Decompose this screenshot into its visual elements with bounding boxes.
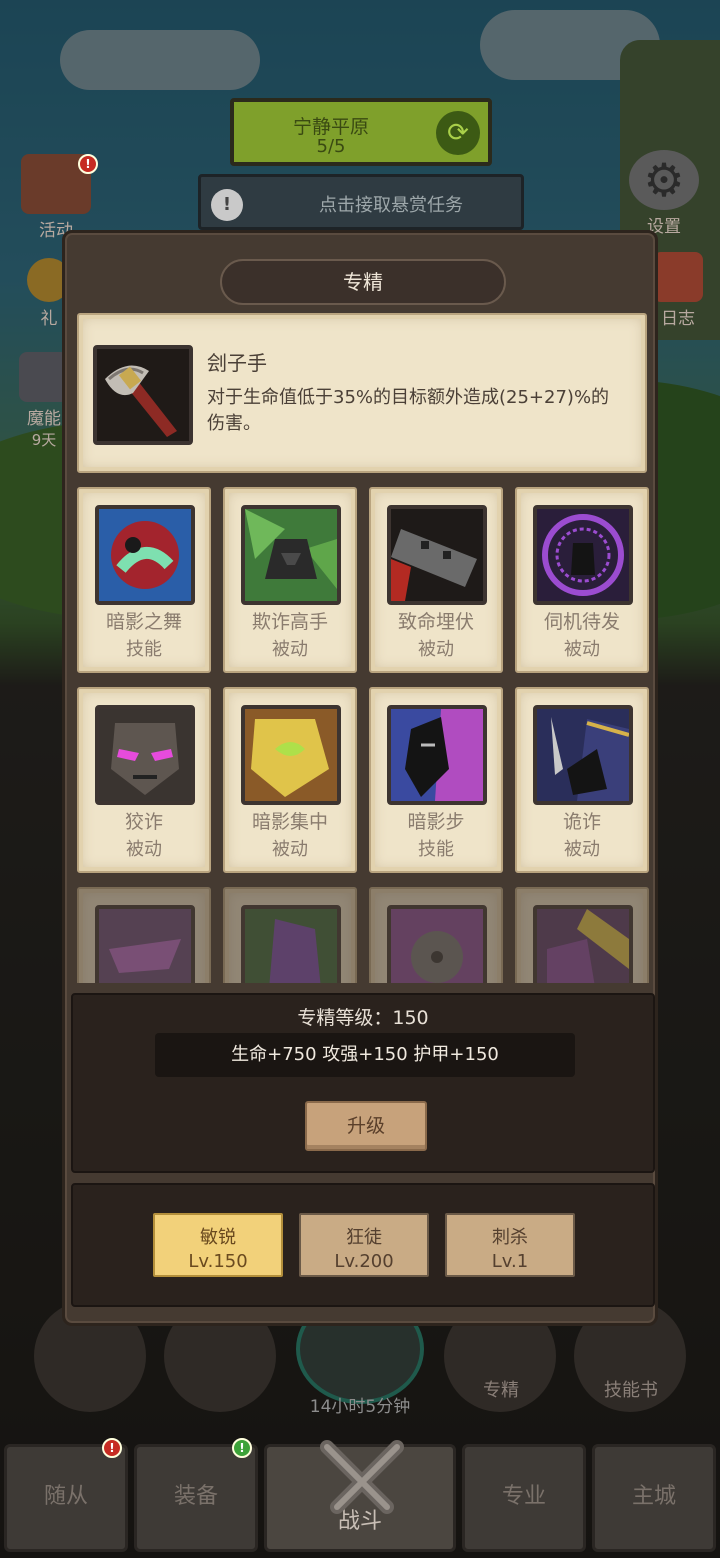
talent-type: 被动 xyxy=(564,639,600,660)
talent-card[interactable]: 诡诈 被动 xyxy=(515,687,649,873)
chest-timer: 14小时5分钟 xyxy=(309,1397,411,1417)
talent-type: 被动 xyxy=(126,839,162,860)
stat-bonuses: 生命+750 攻强+150 护甲+150 xyxy=(155,1033,575,1077)
talent-type: 技能 xyxy=(418,839,454,860)
specialization-dialog: 专精 刽子手 对于生命值低于35%的目标额外造成(25+27)%的伤害。 暗影之… xyxy=(62,230,658,1326)
selected-talent-description: 对于生命值低于35%的目标额外造成(25+27)%的伤害。 xyxy=(207,387,610,434)
tree-level: Lv.150 xyxy=(188,1251,248,1272)
talent-card[interactable]: 伺机待发 被动 xyxy=(515,487,649,673)
specialization-level: 专精等级：150 xyxy=(297,1007,429,1029)
log-icon xyxy=(653,252,703,302)
stage-progress: 5/5 xyxy=(316,136,346,157)
settings-button[interactable]: ⚙ 设置 xyxy=(624,150,704,237)
tree-subtlety-button[interactable]: 敏锐 Lv.150 xyxy=(153,1213,283,1277)
selected-talent-name: 刽子手 xyxy=(207,351,267,375)
talent-type: 被动 xyxy=(418,639,454,660)
tree-name: 敏锐 xyxy=(200,1227,236,1248)
tree-outlaw-button[interactable]: 狂徒 Lv.200 xyxy=(299,1213,429,1277)
talent-card[interactable] xyxy=(223,887,357,983)
notification-badge: ! xyxy=(232,1438,252,1458)
stage-name: 宁静平原 xyxy=(292,116,369,138)
log-label: 日志 xyxy=(661,309,695,329)
talent-card[interactable] xyxy=(369,887,503,983)
executioner-axe-icon xyxy=(93,345,193,445)
refresh-icon[interactable]: ⟳ xyxy=(436,111,480,155)
talent-name: 伺机待发 xyxy=(543,611,620,633)
talent-name: 暗影步 xyxy=(407,811,465,833)
notification-badge: ! xyxy=(102,1438,122,1458)
deadly-ambush-icon xyxy=(387,505,487,605)
cunning-icon xyxy=(95,705,195,805)
trickster-master-icon xyxy=(241,505,341,605)
talent-card[interactable]: 狡诈 被动 xyxy=(77,687,211,873)
talent-card[interactable] xyxy=(77,887,211,983)
stage-banner[interactable]: 宁静平原 5/5 ⟳ xyxy=(230,98,492,166)
talent-name: 狡诈 xyxy=(124,811,163,833)
talent-icon xyxy=(241,905,341,983)
talent-type: 被动 xyxy=(272,639,308,660)
talent-card[interactable]: 暗影之舞 技能 xyxy=(77,487,211,673)
talent-icon xyxy=(533,905,633,983)
tree-name: 刺杀 xyxy=(492,1227,528,1248)
deceit-icon xyxy=(533,705,633,805)
talent-name: 致命埋伏 xyxy=(397,611,474,633)
shadow-focus-icon xyxy=(241,705,341,805)
bounty-text: 点击接取悬赏任务 xyxy=(319,195,463,216)
gear-icon: ⚙ xyxy=(629,150,699,210)
talent-icon xyxy=(95,905,195,983)
tree-level: Lv.200 xyxy=(334,1251,394,1272)
tab-followers[interactable]: 随从 xyxy=(4,1444,128,1552)
talent-card[interactable]: 致命埋伏 被动 xyxy=(369,487,503,673)
alert-icon: ! xyxy=(211,189,243,221)
opportunity-icon xyxy=(533,505,633,605)
tab-profession[interactable]: 专业 xyxy=(462,1444,586,1552)
tree-assassination-button[interactable]: 刺杀 Lv.1 xyxy=(445,1213,575,1277)
talent-name: 暗影之舞 xyxy=(105,611,182,633)
shadowstep-icon xyxy=(387,705,487,805)
selected-talent-card: 刽子手 对于生命值低于35%的目标额外造成(25+27)%的伤害。 xyxy=(77,313,647,473)
talent-type: 被动 xyxy=(272,839,308,860)
talent-type: 技能 xyxy=(126,639,162,660)
talent-name: 诡诈 xyxy=(562,811,601,833)
events-button[interactable]: 活动 ! xyxy=(14,154,98,241)
shadow-dance-icon xyxy=(95,505,195,605)
talent-name: 暗影集中 xyxy=(251,811,328,833)
skillbook-label: 技能书 xyxy=(604,1380,658,1401)
dialog-title: 专精 xyxy=(220,259,506,305)
talent-card[interactable]: 欺诈高手 被动 xyxy=(223,487,357,673)
talent-card[interactable]: 暗影集中 被动 xyxy=(223,687,357,873)
bounty-bar[interactable]: ! 点击接取悬赏任务 xyxy=(198,174,524,230)
talent-icon xyxy=(387,905,487,983)
tab-main-city[interactable]: 主城 xyxy=(592,1444,716,1552)
talent-card[interactable]: 暗影步 技能 xyxy=(369,687,503,873)
talent-name: 欺诈高手 xyxy=(251,611,328,633)
tree-level: Lv.1 xyxy=(491,1251,529,1272)
gift-label: 礼 xyxy=(40,309,58,329)
specialization-info-panel: 专精等级：150 生命+750 攻强+150 护甲+150 升级 xyxy=(71,993,655,1173)
notification-badge: ! xyxy=(78,154,98,174)
tree-name: 狂徒 xyxy=(346,1227,382,1248)
specialization-label: 专精 xyxy=(483,1380,519,1401)
talent-grid[interactable]: 暗影之舞 技能 欺诈高手 被动 致命埋伏 被动 伺机待发 被动 狡诈 被动 暗影… xyxy=(75,487,651,983)
tab-equipment[interactable]: 装备 xyxy=(134,1444,258,1552)
specialization-tree-selector: 敏锐 Lv.150 狂徒 Lv.200 刺杀 Lv.1 xyxy=(71,1183,655,1307)
talent-card[interactable] xyxy=(515,887,649,983)
magic-label: 魔能 xyxy=(27,409,61,429)
upgrade-button[interactable]: 升级 xyxy=(305,1101,427,1151)
talent-type: 被动 xyxy=(564,839,600,860)
crossed-swords-icon xyxy=(312,1432,412,1532)
